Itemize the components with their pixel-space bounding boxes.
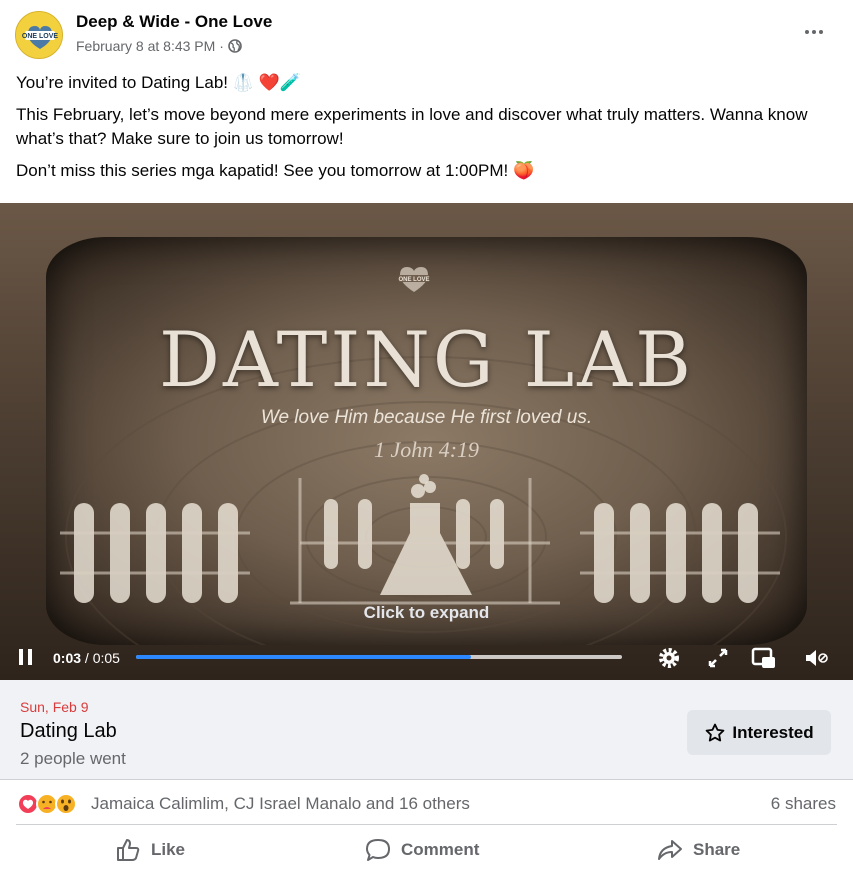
event-card[interactable]: Sun, Feb 9 Dating Lab 2 people went Inte… [0,680,853,780]
post-header: ONE LOVE Deep & Wide - One Love February… [0,0,853,62]
page-avatar[interactable]: ONE LOVE [15,11,63,59]
comment-icon [366,839,390,861]
video-controls: 0:03 / 0:05 [0,635,853,680]
post-actions: Like Comment Share [0,826,853,872]
post-paragraph: You’re invited to Dating Lab! 🥼 ❤️🧪 [16,73,301,92]
globe-icon [228,39,242,53]
star-icon [706,723,725,741]
event-date: Sun, Feb 9 [20,699,89,715]
post-meta: February 8 at 8:43 PM · [76,38,242,54]
pause-icon[interactable] [19,649,33,665]
comment-label: Comment [401,840,480,859]
time-total: / 0:05 [84,650,120,666]
click-to-expand-label[interactable]: Click to expand [0,603,853,623]
post-timestamp[interactable]: February 8 at 8:43 PM [76,38,215,54]
like-label: Like [151,840,186,859]
mute-icon[interactable] [803,645,829,671]
more-dots-icon [805,30,809,34]
reaction-icons[interactable] [17,793,85,815]
interested-button[interactable]: Interested [687,710,831,755]
page-name[interactable]: Deep & Wide - One Love [76,12,272,32]
like-button[interactable]: Like [115,832,185,868]
like-icon [117,839,140,861]
more-options-button[interactable] [796,18,832,46]
post-message: You’re invited to Dating Lab! 🥼 ❤️🧪 This… [16,71,838,191]
shares-count[interactable]: 6 shares [771,794,836,814]
share-icon [658,840,682,860]
share-label: Share [693,840,741,859]
video-progress-fill [136,655,472,659]
event-attendance: 2 people went [20,749,126,768]
comment-button[interactable]: Comment [365,832,479,868]
meta-separator: · [219,38,224,54]
love-icon [17,793,39,815]
avatar-logo-text: ONE LOVE [22,33,59,40]
video-time: 0:03 / 0:05 [53,650,120,666]
video-progress-bar[interactable] [136,655,622,659]
fullscreen-icon[interactable] [705,645,731,671]
video-player[interactable]: ONE LOVE DATING LAB We love Him because … [0,203,853,680]
reaction-names[interactable]: Jamaica Calimlim, CJ Israel Manalo and 1… [91,794,470,814]
divider [16,824,837,825]
reactions-bar: Jamaica Calimlim, CJ Israel Manalo and 1… [0,780,853,824]
post-paragraph: Don’t miss this series mga kapatid! See … [16,161,535,180]
interested-label: Interested [732,722,814,742]
miniplayer-icon[interactable] [751,645,777,671]
time-current: 0:03 [53,650,82,666]
post-paragraph: This February, let’s move beyond mere ex… [16,105,808,148]
settings-icon[interactable] [656,645,682,671]
care-icon [36,793,58,815]
event-title[interactable]: Dating Lab [20,720,117,743]
wow-icon [55,793,77,815]
share-button[interactable]: Share [657,832,740,868]
